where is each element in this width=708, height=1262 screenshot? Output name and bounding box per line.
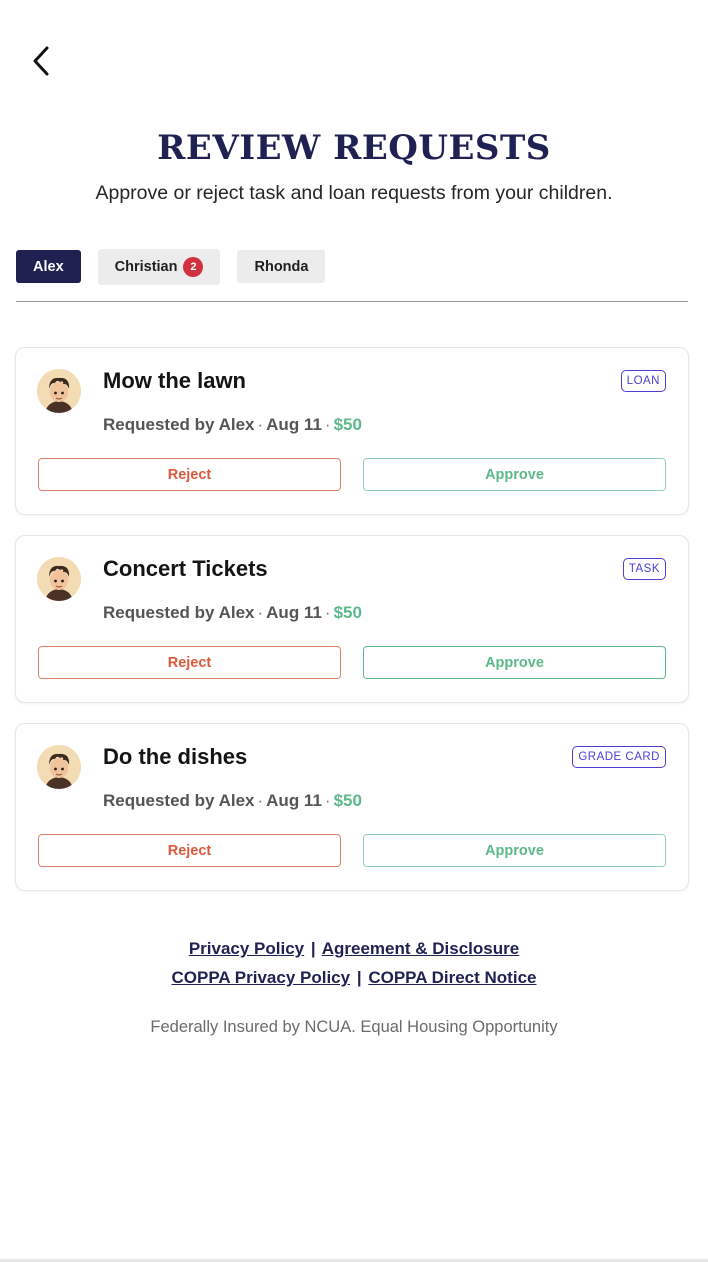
requested-by: Requested by Alex (103, 791, 255, 810)
requested-by: Requested by Alex (103, 415, 255, 434)
meta-separator: · (324, 415, 331, 434)
request-title: Do the dishes (103, 744, 248, 769)
reject-button[interactable]: Reject (38, 834, 341, 867)
meta-separator: · (257, 791, 264, 810)
coppa-direct-notice-link[interactable]: COPPA Direct Notice (368, 968, 536, 987)
child-avatar (37, 369, 81, 413)
tabs-divider (16, 301, 688, 302)
footer-links-row: COPPA Privacy Policy | COPPA Direct Noti… (0, 963, 708, 992)
child-avatar (37, 745, 81, 789)
approve-button[interactable]: Approve (363, 458, 666, 491)
request-date: Aug 11 (266, 791, 322, 810)
request-date: Aug 11 (266, 603, 322, 622)
coppa-privacy-policy-link[interactable]: COPPA Privacy Policy (172, 968, 351, 987)
back-button[interactable] (26, 42, 56, 80)
page-title: REVIEW REQUESTS (157, 128, 551, 168)
meta-separator: · (324, 603, 331, 622)
requested-by: Requested by Alex (103, 603, 255, 622)
page-subtitle: Approve or reject task and loan requests… (95, 182, 613, 204)
privacy-policy-link[interactable]: Privacy Policy (189, 939, 304, 958)
approve-button[interactable]: Approve (363, 646, 666, 679)
link-separator: | (310, 939, 316, 958)
child-avatar (37, 557, 81, 601)
footer-links: Privacy Policy | Agreement & Disclosure … (0, 934, 708, 992)
reject-button[interactable]: Reject (38, 458, 341, 491)
request-meta: Requested by Alex · Aug 11 · $50 (103, 791, 362, 811)
link-separator: | (356, 968, 362, 987)
request-amount: $50 (333, 791, 362, 810)
request-card: Concert Tickets TASK Requested by Alex · A… (15, 535, 689, 703)
meta-separator: · (324, 791, 331, 810)
tab-christian[interactable]: Christian 2 (97, 249, 221, 285)
footer-links-row: Privacy Policy | Agreement & Disclosure (0, 934, 708, 963)
tab-label: Christian (114, 259, 178, 275)
request-title: Mow the lawn (103, 368, 246, 393)
tab-label: Alex (33, 258, 64, 275)
request-card: Mow the lawn LOAN Requested by Alex · Aug … (15, 347, 689, 515)
notification-badge: 2 (183, 257, 204, 277)
request-meta: Requested by Alex · Aug 11 · $50 (103, 603, 362, 623)
request-type-badge: TASK (622, 558, 666, 580)
footer-disclaimer: Federally Insured by NCUA. Equal Housing… (150, 1018, 558, 1036)
child-tabs: Alex Christian 2 Rhonda (16, 249, 326, 285)
tab-label: Rhonda (254, 258, 309, 275)
request-amount: $50 (333, 415, 362, 434)
meta-separator: · (257, 603, 264, 622)
tab-rhonda[interactable]: Rhonda (237, 250, 326, 283)
request-type-badge: LOAN (620, 370, 666, 392)
request-title: Concert Tickets (103, 556, 268, 581)
meta-separator: · (257, 415, 264, 434)
request-card: Do the dishes GRADE CARD Requested by Al… (15, 723, 689, 891)
chevron-left-icon (33, 46, 49, 76)
request-meta: Requested by Alex · Aug 11 · $50 (103, 415, 362, 435)
agreement-disclosure-link[interactable]: Agreement & Disclosure (322, 939, 519, 958)
request-amount: $50 (333, 603, 362, 622)
request-type-badge: GRADE CARD (572, 746, 666, 768)
request-date: Aug 11 (266, 415, 322, 434)
tab-alex[interactable]: Alex (16, 250, 81, 283)
reject-button[interactable]: Reject (38, 646, 341, 679)
approve-button[interactable]: Approve (363, 834, 666, 867)
